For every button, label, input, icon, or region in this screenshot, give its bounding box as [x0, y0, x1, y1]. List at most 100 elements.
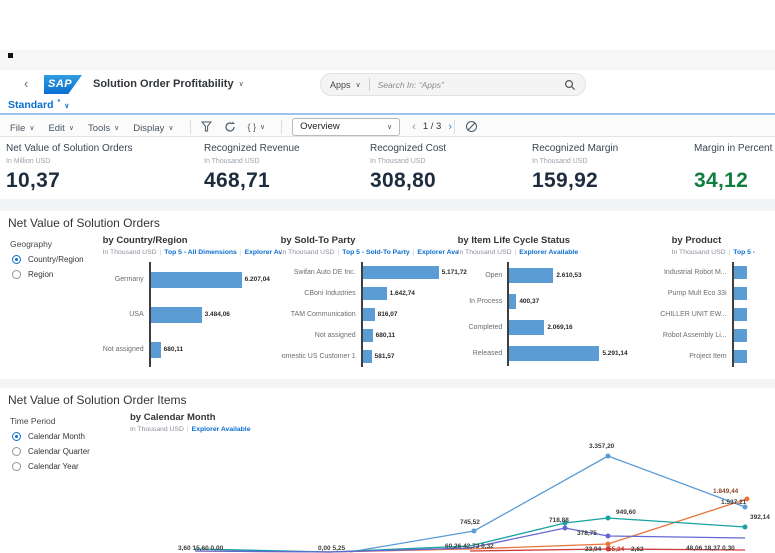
search-scope-label: Apps [330, 80, 351, 90]
bar[interactable] [151, 307, 202, 323]
chart-title: by Product [628, 235, 775, 247]
refresh-icon[interactable] [224, 121, 236, 133]
data-point-teal[interactable] [606, 516, 611, 521]
slash-circle-icon[interactable] [465, 120, 478, 133]
bar[interactable] [151, 272, 242, 288]
radio-calendar-quarter[interactable]: Calendar Quarter [12, 447, 130, 456]
menu-edit[interactable]: Edit∨ [48, 123, 74, 134]
bar[interactable] [363, 329, 373, 342]
radio-label: Calendar Quarter [28, 447, 90, 456]
chart-by-sold-to-party: by Sold-To PartyIn Thousand USD|Top 5 - … [281, 235, 458, 367]
geography-filter: Geography Country/RegionRegion [8, 235, 103, 367]
bar[interactable] [509, 294, 516, 309]
app-title-dropdown[interactable]: Solution Order Profitability ∨ [93, 78, 244, 90]
bar[interactable] [363, 308, 375, 321]
bar[interactable] [151, 342, 161, 358]
bar-category-label: CHILLER UNIT EW... [628, 304, 732, 325]
radio-icon[interactable] [12, 447, 21, 456]
search-scope-dropdown[interactable]: Apps ∨ [330, 80, 361, 90]
chevron-down-icon: ∨ [64, 102, 69, 110]
kpi-title: Recognized Revenue [204, 143, 370, 154]
kpi-tile[interactable]: Recognized RevenueIn Thousand USD468,71 [204, 137, 370, 199]
chevron-down-icon: ∨ [356, 81, 361, 89]
bar-value-label: 5.291,14 [602, 350, 627, 357]
bar-category-label: Pump Mult Eco 33i [628, 283, 732, 304]
divider [281, 120, 282, 134]
chevron-down-icon: ∨ [69, 124, 74, 132]
kpi-value: 10,37 [6, 169, 204, 193]
code-braces-icon[interactable]: { } ∨ [248, 122, 266, 132]
bar-value-label: 680,11 [376, 332, 396, 339]
menu-tools[interactable]: Tools∨ [88, 123, 119, 134]
divider [190, 120, 191, 134]
bar-category-label: Project Item [628, 346, 732, 367]
radio-icon[interactable] [12, 270, 21, 279]
line-chart-canvas[interactable]: 3,60 15,60 0,000,00 5,25745,5260,26 42,7… [130, 438, 775, 553]
divider: | [240, 249, 242, 256]
radio-country-region[interactable]: Country/Region [12, 255, 103, 264]
chart-link[interactable]: Top 5 - Sold-To Party [342, 249, 409, 256]
bar[interactable] [363, 287, 387, 300]
radio-region[interactable]: Region [12, 270, 103, 279]
chart-link[interactable]: Explorer Available [192, 426, 251, 433]
bar[interactable] [734, 308, 747, 321]
chevron-down-icon: ∨ [239, 80, 244, 88]
chart-link[interactable]: Top 5 - All Dimensions [164, 249, 237, 256]
line-data-label: 718,88 [549, 517, 569, 524]
chart-title: by Country/Region [103, 235, 281, 247]
prev-page-icon[interactable]: ‹ [412, 121, 416, 133]
menu-file[interactable]: File∨ [10, 123, 34, 134]
bar[interactable] [509, 346, 599, 361]
bar[interactable] [734, 350, 747, 363]
top-whitespace [0, 0, 775, 50]
chart-link[interactable]: Explorer Available [417, 249, 457, 256]
chart-link[interactable]: Explorer Available [519, 249, 578, 256]
chart-subtitle: In Thousand USD|Top 5 - [628, 249, 775, 258]
radio-selected-icon[interactable] [12, 432, 21, 441]
bar[interactable] [734, 287, 747, 300]
data-point-teal[interactable] [743, 525, 748, 530]
radio-icon[interactable] [12, 462, 21, 471]
next-page-icon[interactable]: › [448, 121, 452, 133]
bar[interactable] [509, 268, 553, 283]
radio-selected-icon[interactable] [12, 255, 21, 264]
chart-link[interactable]: Top 5 - [733, 249, 755, 256]
radio-label: Calendar Month [28, 432, 85, 441]
shell-search: Apps ∨ [320, 73, 586, 96]
search-input[interactable] [378, 80, 564, 90]
radio-calendar-year[interactable]: Calendar Year [12, 462, 130, 471]
chart-link[interactable]: Explorer Available [245, 249, 281, 256]
radio-calendar-month[interactable]: Calendar Month [12, 432, 130, 441]
kpi-value: 159,92 [532, 169, 694, 193]
filter-icon[interactable] [201, 121, 212, 132]
section-solution-order-items: Net Value of Solution Order Items Time P… [0, 388, 775, 550]
chart-subtitle: In Thousand USD|Explorer Available [130, 426, 775, 435]
data-point-blue[interactable] [606, 454, 611, 459]
variant-selector[interactable]: Standard* ∨ [8, 99, 69, 111]
kpi-title: Margin in Percent [694, 143, 775, 154]
bar-category-label: Not assigned [103, 332, 149, 367]
page-indicator: 1 / 3 [423, 121, 442, 132]
search-icon[interactable] [564, 79, 576, 91]
bar[interactable] [734, 266, 747, 279]
bar[interactable] [509, 320, 544, 335]
menu-label: Display [133, 123, 164, 134]
chart-unit-label: In Thousand USD [281, 249, 335, 256]
data-point-violet[interactable] [563, 526, 568, 531]
bar[interactable] [363, 350, 372, 363]
kpi-tile[interactable]: Margin in Percent34,12 [694, 137, 775, 199]
kpi-tile[interactable]: Recognized CostIn Thousand USD308,80 [370, 137, 532, 199]
back-icon[interactable]: ‹ [24, 76, 28, 91]
line-data-label: 3,60 15,60 0,00 [178, 545, 224, 552]
sap-logo[interactable]: SAP [44, 75, 82, 94]
menu-display[interactable]: Display∨ [133, 123, 173, 134]
shell-header: ‹ SAP Solution Order Profitability ∨ App… [0, 70, 775, 100]
kpi-tile[interactable]: Net Value of Solution OrdersIn Million U… [6, 137, 204, 199]
line-data-label: 3.357,20 [589, 443, 615, 450]
bar[interactable] [363, 266, 439, 279]
data-point-violet[interactable] [606, 534, 611, 539]
kpi-tile[interactable]: Recognized MarginIn Thousand USD159,92 [532, 137, 694, 199]
data-point-blue[interactable] [472, 529, 477, 534]
bar[interactable] [734, 329, 747, 342]
view-selector[interactable]: Overview ∨ [292, 118, 400, 136]
